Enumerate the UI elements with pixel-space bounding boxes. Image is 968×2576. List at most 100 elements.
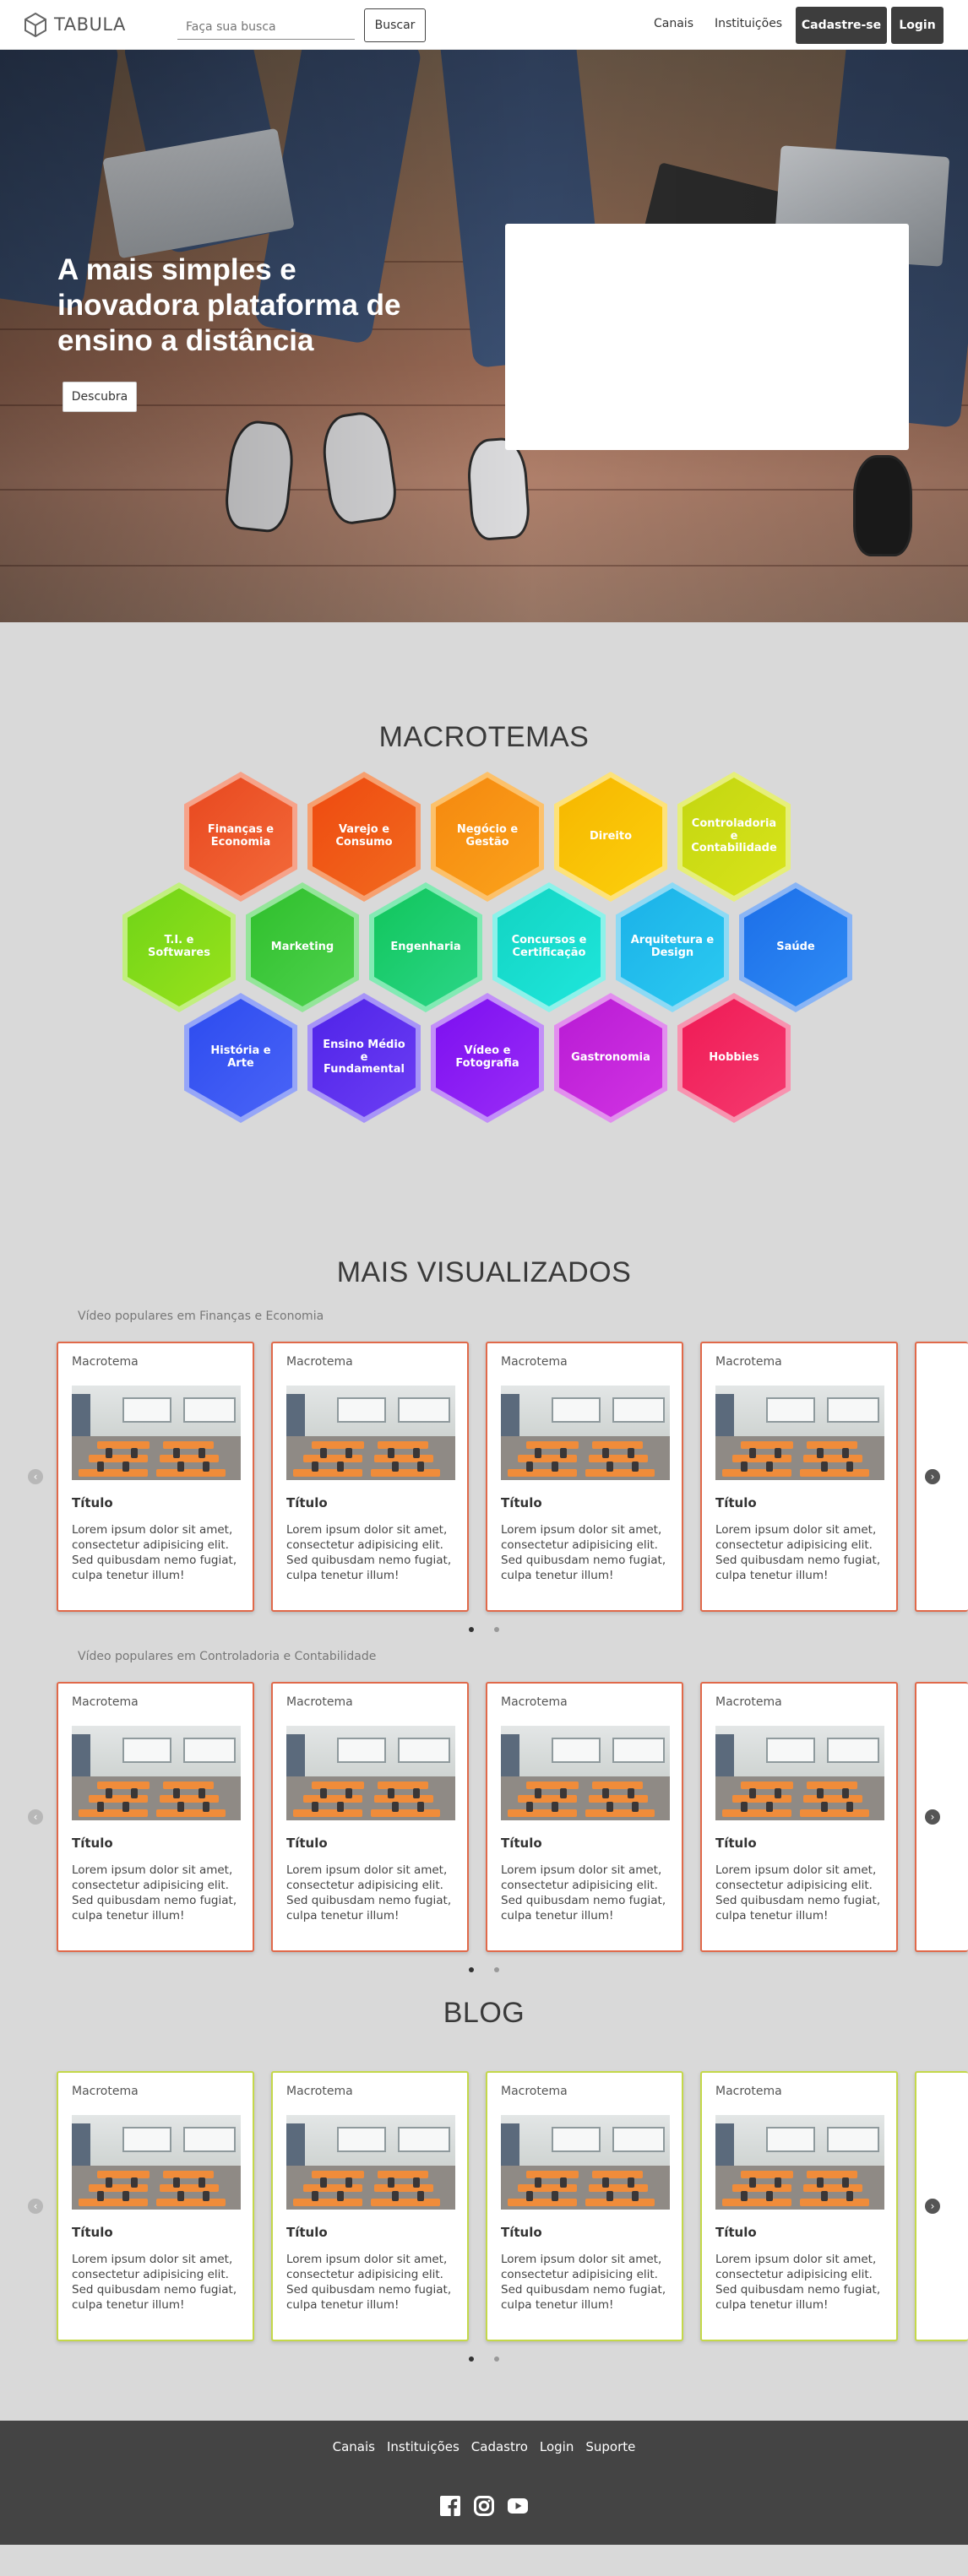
blog-section: BLOG ‹ Macrotema Título Lorem ipsum dolor s… (0, 1990, 968, 2421)
card-title: Título (715, 1836, 757, 1851)
macrotemas-section: MACROTEMAS Finanças e Economia Varejo e C… (0, 622, 968, 1248)
card-title: Título (72, 1836, 113, 1851)
card-title: Título (501, 1495, 542, 1510)
card-carousel: ‹ Macrotema Título Lorem ipsum dolor sit am… (0, 1342, 968, 1637)
card-description: Lorem ipsum dolor sit amet, consectetur … (286, 2253, 452, 2312)
footer-link-login[interactable]: Login (540, 2439, 574, 2454)
cube-logo-icon (24, 12, 46, 37)
carousel-dot[interactable] (494, 1967, 499, 1972)
classroom-thumbnail (286, 1386, 455, 1480)
card-category: Macrotema (286, 1695, 353, 1709)
classroom-thumbnail (286, 1726, 455, 1820)
carousel-next-icon[interactable]: › (925, 2199, 940, 2214)
card-category: Macrotema (72, 1695, 139, 1709)
carousel-prev-icon[interactable]: ‹ (28, 1469, 43, 1484)
card-title: Título (715, 2225, 757, 2240)
carousel-prev-icon[interactable]: ‹ (28, 1809, 43, 1825)
card-title: Título (501, 1836, 542, 1851)
card-category: Macrotema (501, 2085, 568, 2098)
classroom-thumbnail (715, 1726, 884, 1820)
social-icons (0, 2496, 968, 2516)
footer-link-suporte[interactable]: Suporte (585, 2439, 635, 2454)
macrotema-hexagon[interactable]: História e Arte (184, 993, 297, 1123)
card-description: Lorem ipsum dolor sit amet, consectetur … (501, 2253, 666, 2312)
card-description: Lorem ipsum dolor sit amet, consectetur … (286, 1523, 452, 1582)
card-category: Macrotema (715, 1355, 782, 1369)
footer-link-canais[interactable]: Canais (333, 2439, 375, 2454)
content-card[interactable]: Macrotema Título Lorem ipsum dolor sit ame… (700, 1682, 898, 1952)
carousel-indicators (0, 2356, 968, 2362)
nav-link-instituicoes[interactable]: Instituições (715, 17, 782, 30)
content-card-partial[interactable] (915, 1342, 968, 1612)
carousel-dot-active[interactable] (469, 1967, 474, 1972)
card-carousel: ‹ Macrotema Título Lorem ipsum dolor sit am… (0, 2071, 968, 2367)
search-button[interactable]: Buscar (364, 8, 426, 42)
youtube-icon[interactable] (508, 2496, 528, 2516)
card-title: Título (286, 1495, 328, 1510)
facebook-icon[interactable] (440, 2496, 460, 2516)
hero-banner: A mais simples e inovadora plataforma de… (0, 50, 968, 622)
carousel-prev-icon[interactable]: ‹ (28, 2199, 43, 2214)
content-card[interactable]: Macrotema Título Lorem ipsum dolor sit ame… (271, 2071, 469, 2341)
classroom-thumbnail (715, 2115, 884, 2210)
card-title: Título (72, 2225, 113, 2240)
content-card-partial[interactable] (915, 1682, 968, 1952)
login-button[interactable]: Login (891, 7, 944, 44)
content-card[interactable]: Macrotema Título Lorem ipsum dolor sit ame… (486, 1342, 683, 1612)
macrotema-hexagon[interactable]: Hobbies (677, 993, 791, 1123)
navbar: TABULA Buscar Canais Instituições Cadast… (0, 0, 968, 50)
classroom-thumbnail (72, 2115, 241, 2210)
card-title: Título (72, 1495, 113, 1510)
mais-visualizados-title: MAIS VISUALIZADOS (336, 1256, 632, 1288)
footer-links: Canais Instituições Cadastro Login Supor… (0, 2439, 968, 2454)
footer-link-instituicoes[interactable]: Instituições (387, 2439, 460, 2454)
card-description: Lorem ipsum dolor sit amet, consectetur … (715, 1523, 881, 1582)
signup-button[interactable]: Cadastre-se (796, 7, 887, 44)
macrotema-hexagon[interactable]: Ensino Médio e Fundamental (307, 993, 421, 1123)
brand-logo[interactable]: TABULA (24, 12, 126, 37)
instagram-icon[interactable] (474, 2496, 494, 2516)
content-card[interactable]: Macrotema Título Lorem ipsum dolor sit ame… (271, 1682, 469, 1952)
macrotemas-title: MACROTEMAS (378, 721, 590, 753)
card-description: Lorem ipsum dolor sit amet, consectetur … (501, 1523, 666, 1582)
content-card[interactable]: Macrotema Título Lorem ipsum dolor sit ame… (486, 1682, 683, 1952)
carousel-next-icon[interactable]: › (925, 1809, 940, 1825)
classroom-thumbnail (286, 2115, 455, 2210)
classroom-thumbnail (501, 1726, 670, 1820)
macrotema-hexagon[interactable]: Vídeo e Fotografia (431, 993, 544, 1123)
content-card-partial[interactable] (915, 2071, 968, 2341)
footer-link-cadastro[interactable]: Cadastro (471, 2439, 528, 2454)
card-description: Lorem ipsum dolor sit amet, consectetur … (72, 1523, 237, 1582)
card-category: Macrotema (501, 1355, 568, 1369)
content-card[interactable]: Macrotema Título Lorem ipsum dolor sit ame… (700, 1342, 898, 1612)
discover-button[interactable]: Descubra (63, 382, 137, 412)
search-input[interactable] (177, 14, 355, 40)
classroom-thumbnail (72, 1386, 241, 1480)
card-description: Lorem ipsum dolor sit amet, consectetur … (72, 1863, 237, 1923)
carousel-dot-active[interactable] (469, 2356, 474, 2362)
content-card[interactable]: Macrotema Título Lorem ipsum dolor sit ame… (57, 2071, 254, 2341)
carousel-next-icon[interactable]: › (925, 1469, 940, 1484)
brand-name: TABULA (54, 14, 126, 35)
macrotema-hexagon[interactable]: Gastronomia (554, 993, 667, 1123)
classroom-thumbnail (501, 1386, 670, 1480)
card-title: Título (286, 1836, 328, 1851)
card-title: Título (286, 2225, 328, 2240)
card-description: Lorem ipsum dolor sit amet, consectetur … (501, 1863, 666, 1923)
card-category: Macrotema (715, 2085, 782, 2098)
card-category: Macrotema (501, 1695, 568, 1709)
content-card[interactable]: Macrotema Título Lorem ipsum dolor sit ame… (271, 1342, 469, 1612)
carousel-dot-active[interactable] (469, 1627, 474, 1632)
carousel-dot[interactable] (494, 1627, 499, 1632)
classroom-thumbnail (715, 1386, 884, 1480)
nav-link-canais[interactable]: Canais (654, 17, 693, 30)
carousel-dot[interactable] (494, 2356, 499, 2362)
footer: Canais Instituições Cadastro Login Supor… (0, 2421, 968, 2545)
card-description: Lorem ipsum dolor sit amet, consectetur … (72, 2253, 237, 2312)
content-card[interactable]: Macrotema Título Lorem ipsum dolor sit ame… (700, 2071, 898, 2341)
card-title: Título (501, 2225, 542, 2240)
content-card[interactable]: Macrotema Título Lorem ipsum dolor sit ame… (486, 2071, 683, 2341)
card-category: Macrotema (72, 2085, 139, 2098)
content-card[interactable]: Macrotema Título Lorem ipsum dolor sit ame… (57, 1682, 254, 1952)
content-card[interactable]: Macrotema Título Lorem ipsum dolor sit ame… (57, 1342, 254, 1612)
